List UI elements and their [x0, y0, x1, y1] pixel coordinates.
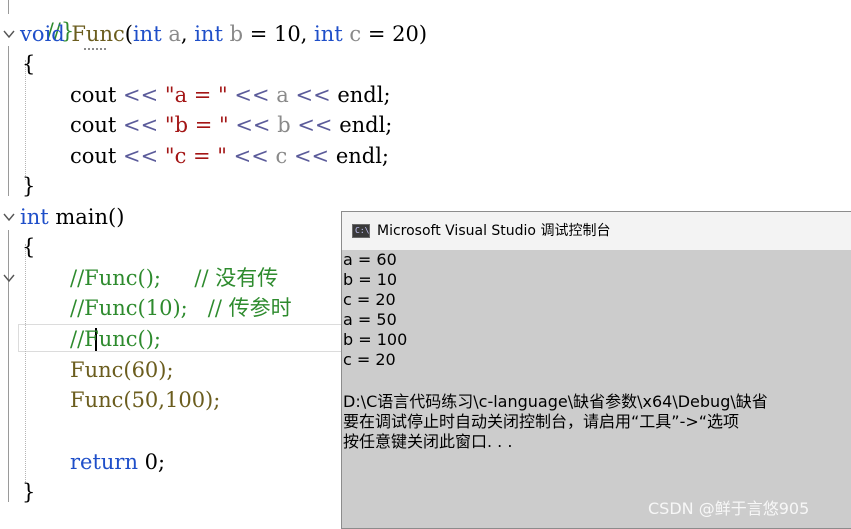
- punct: (: [124, 22, 133, 46]
- brace: }: [22, 174, 36, 198]
- code-line: {: [22, 232, 35, 262]
- keyword: int: [314, 22, 343, 46]
- variable: b: [277, 113, 291, 137]
- console-line: b = 10: [343, 270, 398, 289]
- code-line-return: return 0;: [70, 447, 165, 477]
- comment-text: // 没有传: [194, 266, 279, 290]
- console-title: Microsoft Visual Studio 调试控制台: [377, 223, 611, 239]
- string-literal: "b = ": [164, 113, 229, 137]
- console-line: a = 50: [343, 310, 397, 329]
- console-line: a = 60: [343, 250, 397, 269]
- code-line: {: [22, 49, 35, 79]
- console-line: b = 100: [343, 330, 408, 349]
- code-line: //}: [20, 0, 75, 43]
- identifier: cout: [70, 144, 124, 168]
- operator: <<: [123, 83, 165, 107]
- keyword: return: [70, 450, 138, 474]
- code-line-cout-c: cout << "c = " << c << endl;: [70, 141, 389, 171]
- collapse-chevron-icon[interactable]: [2, 271, 16, 285]
- current-line-highlight: [18, 324, 348, 352]
- code-line-comment: //Func(10); // 传参时: [70, 293, 292, 323]
- operator: <<: [123, 113, 165, 137]
- identifier: cout: [70, 113, 124, 137]
- default-value: = 20): [361, 22, 428, 46]
- fold-guide: [8, 0, 9, 14]
- param: b: [222, 22, 244, 46]
- string-literal: "c = ": [164, 144, 227, 168]
- comment-text: Func();: [84, 327, 161, 351]
- operator: <<: [287, 144, 336, 168]
- collapse-chevron-icon[interactable]: [2, 27, 16, 41]
- comment-text: //Func(10);: [70, 296, 188, 320]
- code-line-cout-b: cout << "b = " << b << endl;: [70, 110, 392, 140]
- operator: <<: [288, 83, 338, 107]
- function-signature: main(): [48, 205, 125, 229]
- console-titlebar[interactable]: C:\ Microsoft Visual Studio 调试控制台: [342, 212, 851, 251]
- code-line-call: Func(50,100);: [70, 385, 220, 415]
- code-line: }: [22, 171, 35, 201]
- console-line: 按任意键关闭此窗口. . .: [343, 432, 513, 451]
- console-line: c = 20: [343, 290, 396, 309]
- fold-guide: [8, 46, 9, 196]
- console-line: 要在调试停止时自动关闭控制台，请启用“工具”->“选项: [343, 412, 740, 431]
- indent-guide: [25, 244, 27, 484]
- param: c: [342, 22, 362, 46]
- default-value: = 10,: [243, 22, 315, 46]
- brace: }: [22, 480, 36, 504]
- comment-text: //Func();: [70, 266, 161, 290]
- code-line-func-def: void Func(int a, int b = 10, int c = 20): [20, 19, 427, 49]
- code-line-main-def: int main(): [20, 202, 124, 232]
- return-value: 0;: [138, 450, 166, 474]
- function-call: Func(60);: [70, 358, 174, 382]
- operator: <<: [228, 113, 278, 137]
- comment-text: // 传参时: [207, 296, 292, 320]
- identifier: endl;: [337, 83, 391, 107]
- keyword: int: [132, 22, 162, 46]
- keyword: int: [194, 22, 223, 46]
- console-icon-label: C:\: [355, 226, 370, 235]
- code-line: }: [22, 477, 35, 507]
- variable: a: [276, 83, 289, 107]
- operator: <<: [123, 144, 165, 168]
- function-call: Func(50,100);: [70, 388, 221, 412]
- param: a: [161, 22, 181, 46]
- keyword: int: [20, 205, 49, 229]
- brace: {: [22, 235, 36, 259]
- identifier: endl;: [339, 113, 393, 137]
- code-line-comment-current: //Func();: [70, 324, 161, 354]
- comment-text: //: [70, 327, 85, 351]
- fold-guide-inner: [8, 282, 9, 352]
- console-line: c = 20: [343, 350, 396, 369]
- watermark-text: CSDN @鲜于言悠905: [648, 499, 810, 518]
- collapse-chevron-icon[interactable]: [2, 210, 16, 224]
- punct: ,: [180, 22, 195, 46]
- operator: <<: [226, 144, 276, 168]
- code-line-comment: //Func(); // 没有传: [70, 263, 278, 293]
- keyword: void: [20, 22, 65, 46]
- variable: c: [275, 144, 288, 168]
- console-line: D:\C语言代码练习\c-language\缺省参数\x64\Debug\缺省: [343, 392, 768, 411]
- brace: {: [22, 52, 36, 76]
- console-output[interactable]: a = 60 b = 10 c = 20 a = 50 b = 100 c = …: [342, 250, 851, 528]
- identifier: cout: [70, 83, 124, 107]
- code-line-cout-a: cout << "a = " << a << endl;: [70, 80, 391, 110]
- string-literal: "a = ": [164, 83, 228, 107]
- operator: <<: [290, 113, 340, 137]
- console-app-icon: C:\: [352, 224, 370, 238]
- code-line-call: Func(60);: [70, 355, 174, 385]
- identifier: endl;: [335, 144, 389, 168]
- function-name: Func: [71, 22, 125, 46]
- operator: <<: [227, 83, 277, 107]
- debug-console-window[interactable]: C:\ Microsoft Visual Studio 调试控制台 a = 60…: [341, 211, 851, 529]
